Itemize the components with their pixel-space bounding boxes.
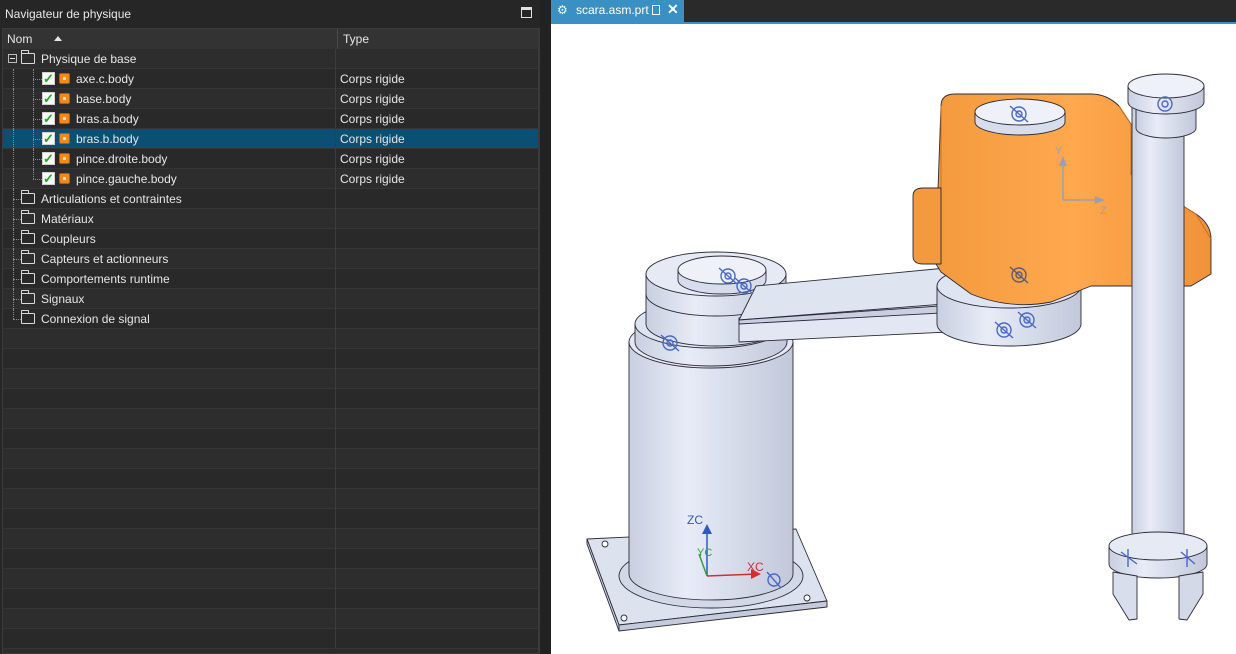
tree-row-axe-c-body[interactable]: ✓ axe.c.body Corps rigide: [3, 69, 538, 89]
empty-row: [3, 489, 538, 509]
checkbox-checked-icon[interactable]: ✓: [42, 132, 55, 145]
tree-row-pince-gauche-body[interactable]: ✓ pince.gauche.body Corps rigide: [3, 169, 538, 189]
checkbox-checked-icon[interactable]: ✓: [42, 152, 55, 165]
panel-title: Navigateur de physique: [5, 7, 132, 21]
3d-viewport[interactable]: Y Z ZC YC XC: [551, 24, 1236, 654]
axis-label-xc: XC: [747, 560, 764, 574]
checkbox-checked-icon[interactable]: ✓: [42, 112, 55, 125]
tree-row-physique-de-base[interactable]: Physique de base: [3, 49, 538, 69]
tree-row-label: base.body: [76, 92, 132, 106]
tree-row-label: Capteurs et actionneurs: [41, 252, 169, 266]
rigid-body-icon: [59, 173, 70, 184]
empty-row: [3, 369, 538, 389]
rigid-body-icon: [59, 93, 70, 104]
tree-row-label: axe.c.body: [76, 72, 135, 86]
close-icon[interactable]: ✕: [667, 1, 679, 18]
empty-row: [3, 549, 538, 569]
tree-row-bras-b-body[interactable]: ✓ bras.b.body Corps rigide: [3, 129, 538, 149]
axis-label-y: Y: [1055, 145, 1063, 157]
folder-icon: [21, 190, 35, 204]
column-z-axis[interactable]: [1127, 73, 1205, 553]
checkbox-checked-icon[interactable]: ✓: [42, 72, 55, 85]
folder-icon: [21, 250, 35, 264]
panel-header: Navigateur de physique: [0, 0, 540, 28]
empty-row: [3, 349, 538, 369]
scara-robot-model[interactable]: Y Z ZC YC XC: [551, 24, 1236, 654]
tree-row-coupleurs[interactable]: Coupleurs: [3, 229, 538, 249]
tree-row-type: Corps rigide: [340, 112, 405, 126]
tree-row-label: pince.droite.body: [76, 152, 168, 166]
empty-row: [3, 509, 538, 529]
tree-row-label: Connexion de signal: [41, 312, 150, 326]
tab-options-icon[interactable]: [652, 5, 660, 15]
empty-row: [3, 629, 538, 649]
axis-label-yc: YC: [697, 547, 712, 559]
tree-row-type: Corps rigide: [340, 172, 405, 186]
empty-row: [3, 469, 538, 489]
tree-row-label: bras.b.body: [76, 132, 139, 146]
folder-icon: [21, 210, 35, 224]
tab-scara-asm[interactable]: ⚙ scara.asm.prt ✕: [551, 0, 684, 22]
axis-label-z: Z: [1100, 205, 1107, 217]
tree-row-label: Coupleurs: [41, 232, 96, 246]
tree-row-type: Corps rigide: [340, 152, 405, 166]
tree-row-articulations[interactable]: Articulations et contraintes: [3, 189, 538, 209]
empty-row: [3, 569, 538, 589]
tree-row-connexion-signal[interactable]: Connexion de signal: [3, 309, 538, 329]
empty-row: [3, 409, 538, 429]
folder-icon: [21, 310, 35, 324]
folder-icon: [21, 230, 35, 244]
checkbox-checked-icon[interactable]: ✓: [42, 92, 55, 105]
empty-row: [3, 389, 538, 409]
document-tab-bar: ⚙ scara.asm.prt ✕: [551, 0, 1236, 22]
tree-row-label: Physique de base: [41, 52, 137, 66]
tree-row-capteurs[interactable]: Capteurs et actionneurs: [3, 249, 538, 269]
tree-row-label: Signaux: [41, 292, 85, 306]
tree-row-label: Comportements runtime: [41, 272, 170, 286]
empty-row: [3, 429, 538, 449]
tree-row-type: Corps rigide: [340, 132, 405, 146]
folder-icon: [21, 290, 35, 304]
physics-navigator-panel: Navigateur de physique Nom Type Physique…: [0, 0, 540, 654]
gripper[interactable]: [1108, 531, 1208, 621]
tree-row-materiaux[interactable]: Matériaux: [3, 209, 538, 229]
tree-row-label: Articulations et contraintes: [41, 192, 182, 206]
tree-row-label: pince.gauche.body: [76, 172, 177, 186]
rigid-body-icon: [59, 133, 70, 144]
tab-label: scara.asm.prt: [576, 3, 649, 17]
checkbox-checked-icon[interactable]: ✓: [42, 172, 55, 185]
tree-row-type: Corps rigide: [340, 72, 405, 86]
maximize-icon[interactable]: [521, 7, 532, 18]
rigid-body-icon: [59, 73, 70, 84]
empty-row: [3, 609, 538, 629]
empty-row: [3, 529, 538, 549]
empty-row: [3, 589, 538, 609]
tree-row-label: Matériaux: [41, 212, 94, 226]
rigid-body-icon: [59, 153, 70, 164]
collapse-icon[interactable]: [8, 54, 17, 63]
tree-row-pince-droite-body[interactable]: ✓ pince.droite.body Corps rigide: [3, 149, 538, 169]
column-header-type[interactable]: Type: [337, 29, 538, 49]
tree-row-signaux[interactable]: Signaux: [3, 289, 538, 309]
tree-row-bras-a-body[interactable]: ✓ bras.a.body Corps rigide: [3, 109, 538, 129]
empty-row: [3, 449, 538, 469]
axis-label-zc: ZC: [687, 513, 703, 527]
assembly-icon: ⚙: [557, 3, 568, 17]
column-header: Nom Type: [3, 29, 538, 50]
folder-icon: [21, 270, 35, 284]
sort-ascending-icon: [54, 36, 62, 41]
tree-row-label: bras.a.body: [76, 112, 139, 126]
tree-row-comportements[interactable]: Comportements runtime: [3, 269, 538, 289]
navigator-tree[interactable]: Nom Type Physique de base ✓ axe.c.body C…: [2, 28, 539, 654]
folder-icon: [21, 50, 35, 64]
tree-row-base-body[interactable]: ✓ base.body Corps rigide: [3, 89, 538, 109]
empty-row: [3, 329, 538, 349]
tree-row-type: Corps rigide: [340, 92, 405, 106]
rigid-body-icon: [59, 113, 70, 124]
